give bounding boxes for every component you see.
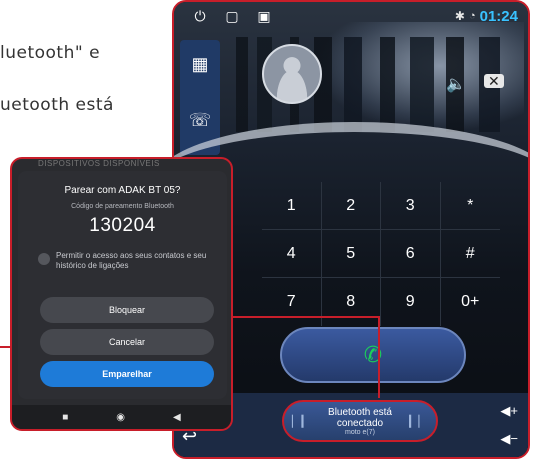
- key-star[interactable]: *: [440, 182, 500, 230]
- contacts-access-label: Permitir o acesso aos seus contatos e se…: [56, 251, 207, 270]
- pairing-code-label: Código de pareamento Bluetooth: [71, 203, 174, 210]
- bluetooth-status-text: Bluetooth está conectado: [328, 406, 392, 429]
- window-icon[interactable]: ▢: [216, 8, 248, 25]
- back-icon[interactable]: ◀: [173, 412, 181, 423]
- home-icon[interactable]: ◉: [116, 412, 125, 423]
- key-0-plus[interactable]: 0+: [441, 278, 501, 326]
- clock-time: 01:24: [479, 7, 518, 25]
- key-hash[interactable]: #: [440, 230, 500, 278]
- android-nav-bar: ■ ◉ ◀: [12, 405, 231, 429]
- contact-avatar: [262, 44, 322, 104]
- block-button[interactable]: Bloquear: [40, 297, 214, 323]
- prev-track-icon[interactable]: ▏▎: [292, 415, 311, 428]
- side-rail: ▦ ☏: [180, 40, 220, 155]
- power-icon[interactable]: ⏻: [184, 8, 216, 25]
- status-bar: ⏻ ▢ ▣ ✱ ◔ 01:24: [174, 2, 528, 30]
- callout-line-vertical: [378, 316, 380, 398]
- key-7[interactable]: 7: [262, 278, 322, 326]
- volume-up-icon[interactable]: ◀+: [500, 403, 518, 419]
- call-button[interactable]: ✆: [280, 327, 466, 383]
- key-5[interactable]: 5: [321, 230, 381, 278]
- manual-line-1: luetooth" e: [0, 43, 101, 63]
- grid-icon[interactable]: ▦: [186, 50, 214, 78]
- manual-line-2: uetooth está: [0, 95, 114, 115]
- bluetooth-status-pill[interactable]: ▏▎ Bluetooth está conectado moto e(7) ▎▏: [282, 400, 438, 442]
- key-8[interactable]: 8: [322, 278, 381, 326]
- key-4[interactable]: 4: [262, 230, 322, 278]
- key-6[interactable]: 6: [381, 230, 441, 278]
- speaker-icon[interactable]: 🔈: [446, 74, 466, 94]
- recents-icon[interactable]: ■: [62, 412, 68, 423]
- key-2[interactable]: 2: [321, 182, 381, 230]
- pair-dialog-title: Parear com ADAK BT 05?: [64, 185, 181, 196]
- next-track-icon[interactable]: ▎▏: [409, 415, 428, 428]
- volume-down-icon[interactable]: ◀−: [500, 431, 518, 447]
- key-1[interactable]: 1: [262, 182, 322, 230]
- dial-keypad: 1 2 3 * 4 5 6 # 7 8 9 0+: [262, 182, 500, 326]
- phone-overlay: DISPOSITIVOS DISPONÍVEIS Parear com ADAK…: [10, 157, 233, 431]
- manual-text: luetooth" e uetooth está: [0, 14, 160, 144]
- backspace-icon[interactable]: ✕: [484, 74, 504, 88]
- pair-dialog: Parear com ADAK BT 05? Código de pareame…: [18, 171, 227, 399]
- cancel-button[interactable]: Cancelar: [40, 329, 214, 355]
- wifi-icon: ◔: [468, 10, 476, 22]
- callout-line-top: [233, 316, 380, 318]
- bluetooth-icon: ✱: [454, 9, 465, 23]
- pairing-code: 130204: [89, 215, 156, 236]
- status-right: ✱ ◔ 01:24: [455, 8, 518, 25]
- bluetooth-device-name: moto e(7): [345, 428, 375, 436]
- pair-button[interactable]: Emparelhar: [40, 361, 214, 387]
- phone-list-icon[interactable]: ☏: [186, 106, 214, 134]
- key-9[interactable]: 9: [381, 278, 441, 326]
- image-icon[interactable]: ▣: [248, 8, 280, 25]
- key-3[interactable]: 3: [381, 182, 441, 230]
- contacts-access-checkbox[interactable]: [38, 253, 50, 265]
- available-devices-heading: DISPOSITIVOS DISPONÍVEIS: [38, 159, 160, 168]
